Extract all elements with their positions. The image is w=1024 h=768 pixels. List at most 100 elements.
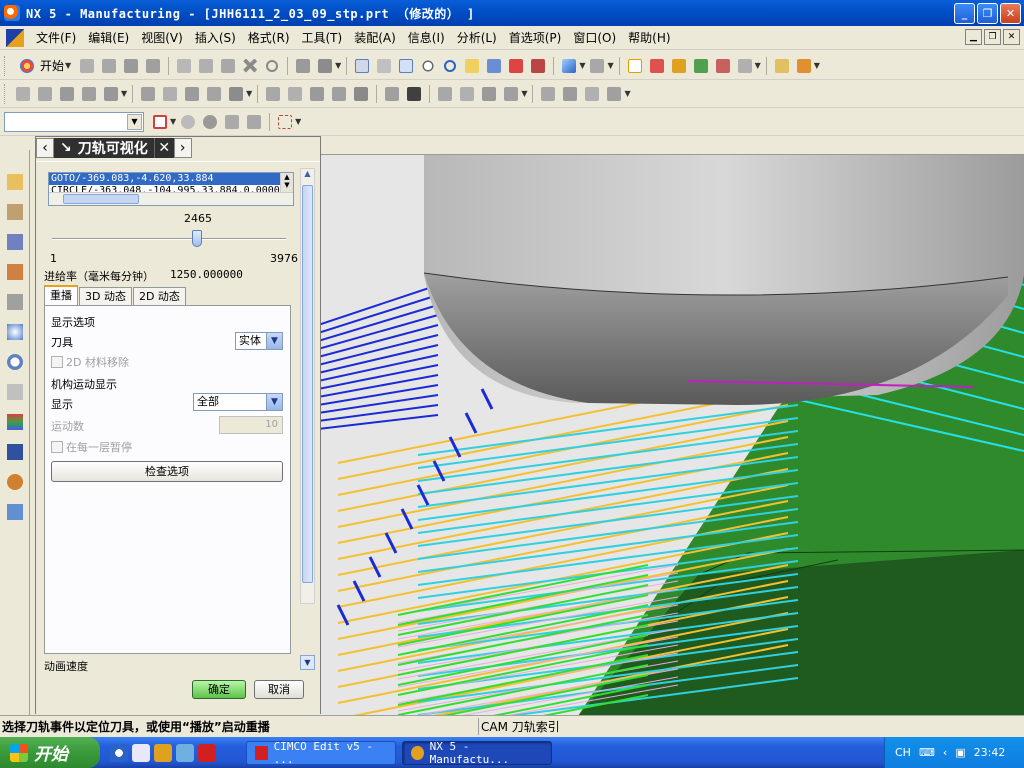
magnify-icon[interactable] (418, 56, 438, 76)
shaded-cube-icon[interactable] (559, 56, 579, 76)
rotate-icon[interactable] (440, 56, 460, 76)
shop-doc-icon[interactable] (560, 84, 580, 104)
network-icon[interactable]: ▣ (955, 746, 965, 759)
select-icon[interactable] (293, 56, 313, 76)
tab-replay[interactable]: 重播 (44, 285, 78, 305)
print-icon[interactable] (143, 56, 163, 76)
zoom-window-icon[interactable] (396, 56, 416, 76)
copy-op-icon[interactable] (307, 84, 327, 104)
pause-each-layer-checkbox[interactable]: 在每一层暂停 (51, 439, 132, 455)
doc-minimize-button[interactable]: ▁ (965, 29, 982, 45)
dialog-next-button[interactable]: › (173, 138, 192, 158)
constraint-navigator-icon[interactable] (4, 260, 26, 284)
csys-icon[interactable] (647, 56, 667, 76)
move-icon[interactable] (691, 56, 711, 76)
task-cimco[interactable]: CIMCO Edit v5 - ... (246, 740, 396, 766)
paste-icon[interactable] (218, 56, 238, 76)
menu-help[interactable]: 帮助(H) (622, 28, 676, 48)
maximize-button[interactable]: ❐ (977, 3, 998, 24)
process-icon[interactable] (582, 84, 602, 104)
language-indicator[interactable]: CH (895, 746, 911, 759)
menu-assembly[interactable]: 装配(A) (348, 28, 402, 48)
generate-toolpath-icon[interactable] (138, 84, 158, 104)
close-button[interactable]: ✕ (1000, 3, 1021, 24)
menu-file[interactable]: 文件(F) (30, 28, 82, 48)
dialog-vscroll[interactable]: ▲ (300, 168, 315, 604)
measure-icon[interactable] (772, 56, 792, 76)
reuse-library-icon[interactable] (4, 380, 26, 404)
menu-information[interactable]: 信息(I) (402, 28, 451, 48)
undo-icon[interactable] (262, 56, 282, 76)
create-operation-icon[interactable] (101, 84, 121, 104)
program-view-icon[interactable] (382, 84, 402, 104)
tool-quick-icon[interactable] (176, 743, 194, 762)
postprocess-icon[interactable] (226, 84, 246, 104)
delete-icon[interactable] (240, 56, 260, 76)
animation-speed-expand[interactable]: ▼ (300, 655, 315, 670)
motion-count-input[interactable]: 10 (219, 416, 283, 434)
copy-icon[interactable] (196, 56, 216, 76)
dialog-close-button[interactable]: ✕ (153, 138, 174, 158)
toolpath-event-list[interactable]: GOTO/-369.083,-4.620,33.884 CIRCLE/-363.… (48, 172, 294, 206)
wcs-icon[interactable] (625, 56, 645, 76)
operation-navigator-icon[interactable] (4, 170, 26, 194)
layer-icon[interactable] (713, 56, 733, 76)
part-navigator-icon[interactable] (4, 230, 26, 254)
tab-3d-dynamic[interactable]: 3D 动态 (79, 287, 132, 305)
zoom-icon[interactable] (374, 56, 394, 76)
system-visualization-icon[interactable] (4, 500, 26, 524)
dialog-prev-button[interactable]: ‹ (36, 138, 54, 158)
menu-insert[interactable]: 插入(S) (189, 28, 242, 48)
create-geometry-icon[interactable] (57, 84, 77, 104)
geometry-view-icon[interactable] (435, 84, 455, 104)
refresh-icon[interactable] (528, 56, 548, 76)
spread-icon[interactable] (222, 112, 242, 132)
doc-restore-button[interactable]: ❐ (984, 29, 1001, 45)
replay-toolpath-icon[interactable] (160, 84, 180, 104)
menu-window[interactable]: 窗口(O) (567, 28, 622, 48)
check-options-button[interactable]: 检查选项 (51, 461, 283, 482)
ok-button[interactable]: 确定 (192, 680, 246, 699)
method-view-icon[interactable] (457, 84, 477, 104)
pan-icon[interactable] (462, 56, 482, 76)
perspective-icon[interactable] (484, 56, 504, 76)
web-browser-icon[interactable] (4, 320, 26, 344)
verify-toolpath-icon[interactable] (204, 84, 224, 104)
snap-point-icon[interactable] (150, 112, 170, 132)
graphics-viewport[interactable] (318, 154, 1024, 715)
menu-analysis[interactable]: 分析(L) (451, 28, 503, 48)
doc-close-button[interactable]: ✕ (1003, 29, 1020, 45)
minimize-button[interactable]: _ (954, 3, 975, 24)
dialog-title-bar[interactable]: ↘ 刀轨可视化 (54, 138, 154, 158)
list-toolpath-icon[interactable] (182, 84, 202, 104)
fit-icon[interactable] (352, 56, 372, 76)
undo-select-icon[interactable] (178, 112, 198, 132)
cancel-button[interactable]: 取消 (254, 680, 304, 699)
cimco-quick-icon[interactable] (198, 743, 216, 762)
windows-start-button[interactable]: 开始 (0, 737, 100, 768)
menu-preferences[interactable]: 首选项(P) (503, 28, 568, 48)
angle-icon[interactable] (794, 56, 814, 76)
nx-menu-icon[interactable] (6, 28, 24, 47)
open-file-icon[interactable] (99, 56, 119, 76)
list-hscroll[interactable] (49, 192, 293, 205)
keyboard-icon[interactable]: ⌨ (919, 746, 935, 759)
cut-icon[interactable] (174, 56, 194, 76)
toolpath-event-row[interactable]: GOTO/-369.083,-4.620,33.884 (49, 173, 293, 185)
nx-quick-icon[interactable] (154, 743, 172, 762)
save-icon[interactable] (121, 56, 141, 76)
replay-slider-thumb[interactable] (192, 230, 203, 247)
roles-icon[interactable] (4, 470, 26, 494)
edit-object-icon[interactable] (315, 56, 335, 76)
tray-expand-icon[interactable]: ‹ (943, 746, 947, 759)
ie-icon[interactable] (110, 743, 128, 762)
type-filter-select[interactable]: ▼ (4, 111, 144, 132)
machine-tool-view-icon[interactable] (404, 84, 424, 104)
replay-slider-track[interactable] (52, 238, 286, 240)
view-orient-icon[interactable] (587, 56, 607, 76)
tab-2d-dynamic[interactable]: 2D 动态 (132, 287, 186, 305)
restore-view-icon[interactable] (506, 56, 526, 76)
create-program-icon[interactable] (13, 84, 33, 104)
history-icon[interactable] (4, 350, 26, 374)
create-tool-icon[interactable] (35, 84, 55, 104)
